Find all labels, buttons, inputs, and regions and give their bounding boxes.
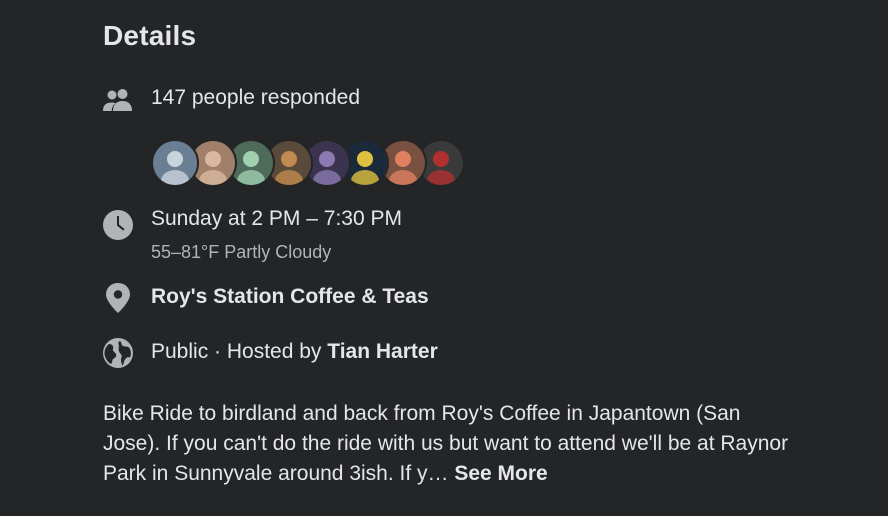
location-row: Roy's Station Coffee & Teas <box>103 283 803 313</box>
responded-row: 147 people responded <box>103 85 803 115</box>
event-location[interactable]: Roy's Station Coffee & Teas <box>151 285 429 309</box>
privacy-row: Public · Hosted by Tian Harter <box>103 338 803 368</box>
clock-icon <box>103 210 133 240</box>
see-more-link[interactable]: See More <box>454 462 547 485</box>
time-row: Sunday at 2 PM – 7:30 PM 55–81°F Partly … <box>103 205 803 265</box>
privacy-label: Public · Hosted by <box>151 340 328 363</box>
details-heading: Details <box>103 20 197 51</box>
event-description: Bike Ride to birdland and back from Roy'… <box>103 399 803 489</box>
host-name-link[interactable]: Tian Harter <box>327 340 438 363</box>
responded-count[interactable]: 147 people responded <box>151 86 360 110</box>
globe-icon <box>103 338 133 368</box>
description-text: Bike Ride to birdland and back from Roy'… <box>103 402 789 485</box>
weather-forecast: 55–81°F Partly Cloudy <box>151 242 332 262</box>
location-pin-icon <box>103 283 133 313</box>
event-time: Sunday at 2 PM – 7:30 PM <box>151 207 402 230</box>
people-icon <box>103 85 133 115</box>
privacy-host-line: Public · Hosted by Tian Harter <box>151 340 438 364</box>
avatar-1[interactable] <box>151 139 199 187</box>
attendee-avatars[interactable] <box>151 139 465 187</box>
